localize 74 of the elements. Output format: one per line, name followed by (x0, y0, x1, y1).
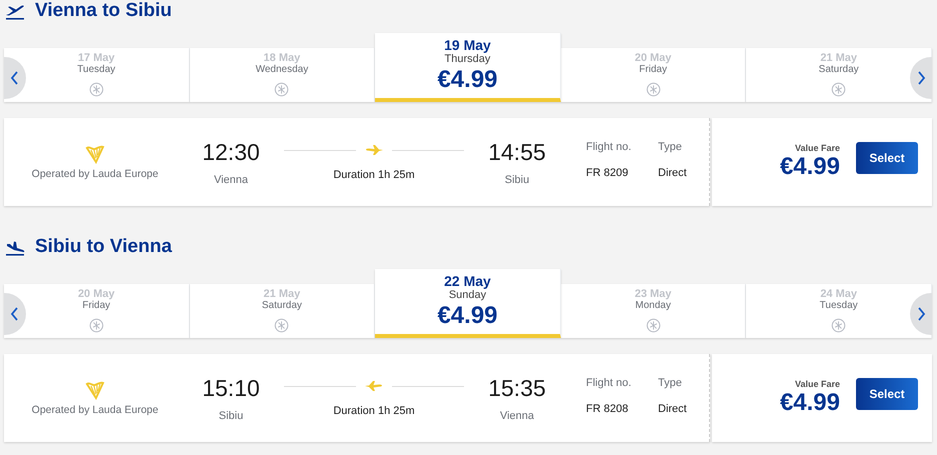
date-label: 21 May (820, 52, 858, 64)
flight-type: Direct (658, 403, 688, 415)
date-tab[interactable]: 21 May Saturday (746, 48, 932, 102)
date-tab[interactable]: 17 May Tuesday (4, 48, 190, 102)
date-label: 19 May (444, 37, 491, 53)
harp-logo-icon (85, 144, 105, 164)
weekday-label: Sunday (448, 289, 486, 301)
date-tab[interactable]: 20 May Friday (560, 48, 746, 102)
date-label: 21 May (264, 288, 300, 300)
departure-city: Sibiu (218, 410, 244, 422)
no-flight-icon (646, 82, 661, 97)
duration-label: Duration 1h 25m (333, 405, 415, 417)
operator-label: Operated by Lauda Europe (32, 404, 158, 416)
operator-label: Operated by Lauda Europe (32, 168, 158, 180)
arrival-time: 15:35 (488, 374, 546, 402)
select-button[interactable]: Select (856, 378, 918, 410)
date-tab[interactable]: 21 May Saturday (190, 284, 376, 338)
chevron-left-icon (10, 306, 20, 322)
date-tab[interactable]: 19 May Thursday €4.99 (375, 33, 561, 102)
date-label: 23 May (634, 288, 672, 300)
date-label: 20 May (634, 52, 672, 64)
flight-number-label: Flight no. (586, 377, 632, 389)
fare-price: €4.99 (780, 389, 840, 417)
chevron-right-icon (916, 70, 926, 86)
journey-title: Sibiu to Vienna (35, 236, 172, 258)
flight-number: FR 8208 (586, 403, 630, 415)
date-price: €4.99 (437, 302, 498, 330)
chevron-right-icon (916, 306, 926, 322)
fare-name: Value Fare (794, 379, 840, 389)
date-tab[interactable]: 20 May Friday (4, 284, 190, 338)
date-tab[interactable]: 23 May Monday (560, 284, 746, 338)
weekday-label: Wednesday (256, 64, 308, 75)
weekday-label: Monday (635, 300, 671, 311)
date-tab[interactable]: 22 May Sunday €4.99 (375, 269, 561, 338)
journey-title: Vienna to Sibiu (35, 0, 172, 22)
date-label: 17 May (78, 52, 115, 64)
weekday-label: Friday (82, 300, 110, 311)
chevron-left-icon (10, 70, 20, 86)
departure-time: 15:10 (202, 374, 260, 402)
arrival-city: Sibiu (504, 174, 530, 186)
no-flight-icon (831, 318, 846, 333)
weekday-label: Thursday (444, 53, 490, 65)
date-tab[interactable]: 18 May Wednesday (190, 48, 376, 102)
no-flight-icon (274, 318, 290, 333)
arrival-city: Vienna (500, 410, 534, 422)
date-label: 24 May (820, 288, 858, 300)
type-label: Type (658, 377, 683, 389)
no-flight-icon (88, 82, 104, 97)
duration-label: Duration 1h 25m (333, 169, 415, 181)
no-flight-icon (274, 82, 290, 97)
no-flight-icon (831, 82, 846, 97)
date-label: 22 May (444, 273, 491, 289)
weekday-label: Saturday (818, 64, 859, 75)
flight-number-label: Flight no. (586, 141, 632, 153)
arrival-time: 14:55 (488, 138, 546, 166)
weekday-label: Tuesday (820, 300, 858, 311)
type-label: Type (658, 141, 683, 153)
date-price: €4.99 (437, 66, 498, 94)
select-button[interactable]: Select (856, 142, 918, 174)
flight-number: FR 8209 (586, 167, 630, 179)
weekday-label: Saturday (262, 300, 302, 311)
departure-city: Vienna (214, 174, 248, 186)
flight-type: Direct (658, 167, 688, 179)
date-tab[interactable]: 24 May Tuesday (746, 284, 932, 338)
no-flight-icon (646, 318, 661, 333)
weekday-label: Tuesday (77, 64, 116, 75)
departure-time: 12:30 (202, 138, 260, 166)
no-flight-icon (88, 318, 104, 333)
harp-logo-icon (85, 380, 105, 400)
weekday-label: Friday (639, 64, 667, 75)
date-label: 18 May (264, 52, 300, 64)
fare-price: €4.99 (780, 153, 840, 181)
fare-name: Value Fare (794, 143, 840, 153)
date-label: 20 May (78, 288, 115, 300)
